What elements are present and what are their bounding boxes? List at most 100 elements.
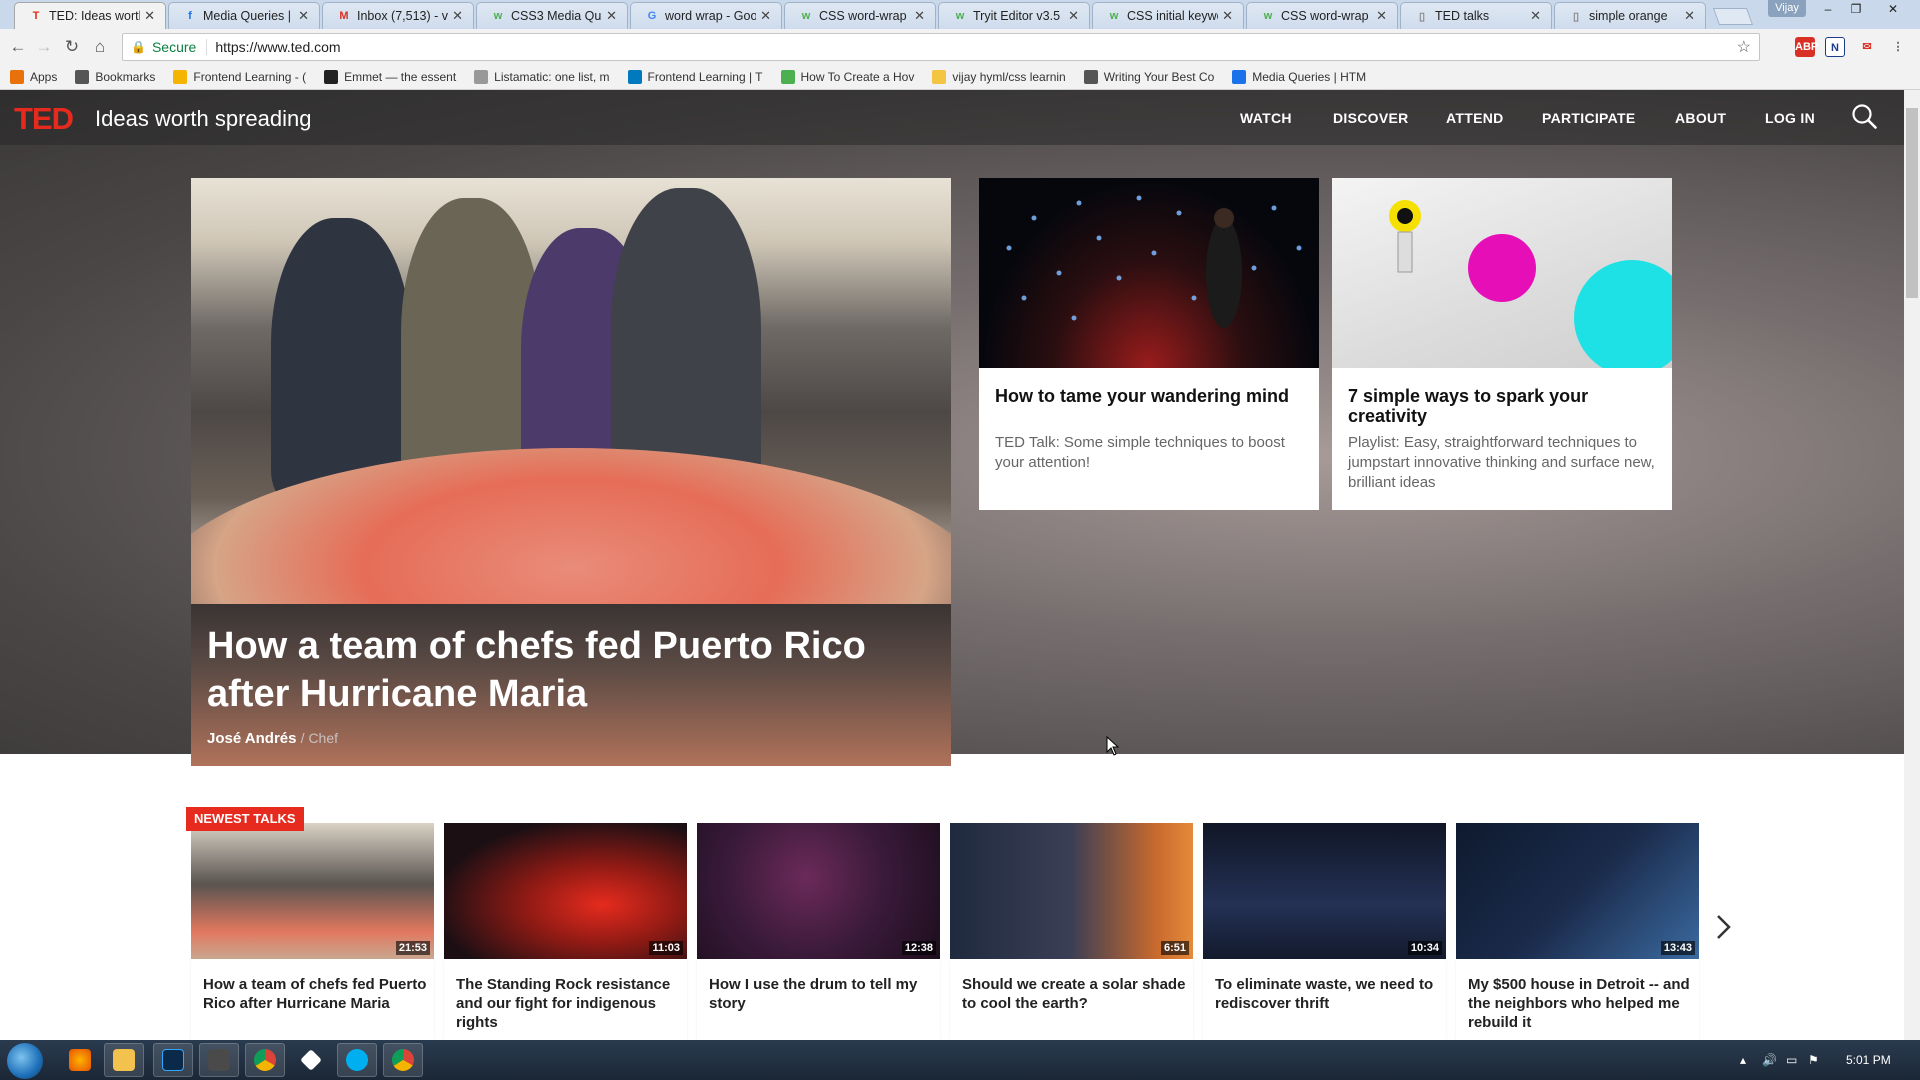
scrollbar-thumb[interactable] <box>1906 108 1918 298</box>
bookmark-item[interactable]: Listamatic: one list, m <box>474 70 610 84</box>
promo-card-creativity[interactable]: 7 simple ways to spark your creativity P… <box>1332 178 1672 510</box>
talk-title[interactable]: Should we create a solar shade to cool t… <box>962 975 1187 1013</box>
nav-log-in[interactable]: LOG IN <box>1765 110 1815 126</box>
flag-icon[interactable]: ⚑ <box>1808 1040 1819 1080</box>
bookmark-item[interactable]: How To Create a Hov <box>780 70 914 84</box>
talk-card[interactable]: 13:43 My $500 house in Detroit -- and the… <box>1456 823 1699 1040</box>
talk-thumbnail[interactable]: 12:38 <box>697 823 940 959</box>
talk-title[interactable]: How a team of chefs fed Puerto Rico afte… <box>203 975 428 1013</box>
nav-attend[interactable]: ATTEND <box>1446 110 1504 126</box>
bookmark-star-icon[interactable]: ☆ <box>1737 37 1751 57</box>
forward-icon[interactable]: → <box>34 37 54 57</box>
browser-tab[interactable]: ▯ TED talks ✕ <box>1400 2 1552 29</box>
talk-card[interactable]: 12:38 How I use the drum to tell my story <box>697 823 940 1040</box>
featured-talk-title[interactable]: How a team of chefs fed Puerto Rico afte… <box>207 622 937 718</box>
talk-title[interactable]: The Standing Rock resistance and our fig… <box>456 975 681 1032</box>
nav-participate[interactable]: PARTICIPATE <box>1542 110 1636 126</box>
bookmark-item[interactable]: vijay hyml/css learnin <box>932 70 1066 84</box>
chrome-alt-taskbar-icon[interactable] <box>383 1043 423 1077</box>
talk-card[interactable]: 11:03 The Standing Rock resistance and ou… <box>444 823 687 1040</box>
sourcetree-taskbar-icon[interactable] <box>291 1043 331 1077</box>
profile-button[interactable]: Vijay <box>1768 0 1806 17</box>
close-tab-icon[interactable]: ✕ <box>1684 8 1695 24</box>
bookmark-item[interactable]: Apps <box>10 70 57 84</box>
talk-thumbnail[interactable]: 10:34 <box>1203 823 1446 959</box>
url-text[interactable]: https://www.ted.com <box>215 39 340 55</box>
explorer-taskbar-icon[interactable] <box>104 1043 144 1077</box>
close-tab-icon[interactable]: ✕ <box>1068 8 1079 24</box>
firefox-taskbar-icon[interactable] <box>60 1043 100 1077</box>
minimize-icon[interactable]: – <box>1814 0 1842 18</box>
bookmark-item[interactable]: Frontend Learning - ( <box>173 70 306 84</box>
bookmark-item[interactable]: Emmet — the essent <box>324 70 456 84</box>
featured-talk[interactable]: How a team of chefs fed Puerto Rico afte… <box>191 178 951 766</box>
adblock-extension-icon[interactable]: ABP <box>1795 37 1818 57</box>
start-button[interactable] <box>7 1043 43 1079</box>
browser-tab[interactable]: w CSS word-wrap p ✕ <box>1246 2 1398 29</box>
talk-title[interactable]: To eliminate waste, we need to rediscove… <box>1215 975 1440 1013</box>
browser-tab[interactable]: f Media Queries | H ✕ <box>168 2 320 29</box>
carousel-next-icon[interactable] <box>1712 912 1734 942</box>
nav-about[interactable]: ABOUT <box>1675 110 1726 126</box>
n-extension-icon[interactable]: N <box>1825 37 1845 57</box>
speaker-name[interactable]: José Andrés <box>207 730 296 747</box>
close-tab-icon[interactable]: ✕ <box>1530 8 1541 24</box>
talk-thumbnail[interactable]: 21:53 <box>191 823 434 959</box>
bookmark-item[interactable]: Frontend Learning | T <box>627 70 763 84</box>
bookmark-item[interactable]: Bookmarks <box>75 70 155 84</box>
search-icon[interactable] <box>1851 103 1877 129</box>
card-title[interactable]: How to tame your wandering mind <box>995 386 1305 406</box>
tray-arrow-icon[interactable]: ▴ <box>1740 1040 1746 1080</box>
browser-tab[interactable]: w CSS word-wrap p ✕ <box>784 2 936 29</box>
sublime-taskbar-icon[interactable] <box>199 1043 239 1077</box>
browser-tab[interactable]: M Inbox (7,513) - vi ✕ <box>322 2 474 29</box>
browser-tab[interactable]: T TED: Ideas worth ✕ <box>14 2 166 29</box>
talk-card[interactable]: 6:51 Should we create a solar shade to co… <box>950 823 1193 1040</box>
w3schools-icon: f <box>188 10 192 22</box>
close-tab-icon[interactable]: ✕ <box>606 8 617 24</box>
close-window-icon[interactable]: ✕ <box>1876 0 1910 18</box>
nav-discover[interactable]: DISCOVER <box>1333 110 1409 126</box>
close-tab-icon[interactable]: ✕ <box>760 8 771 24</box>
talk-card[interactable]: 10:34 To eliminate waste, we need to redi… <box>1203 823 1446 1040</box>
talk-title[interactable]: How I use the drum to tell my story <box>709 975 934 1013</box>
browser-tab[interactable]: w Tryit Editor v3.5 ✕ <box>938 2 1090 29</box>
close-tab-icon[interactable]: ✕ <box>298 8 309 24</box>
browser-tab-title: CSS initial keywo <box>1127 9 1219 23</box>
browser-tab[interactable]: ▯ simple orange ✕ <box>1554 2 1706 29</box>
skype-taskbar-icon[interactable] <box>337 1043 377 1077</box>
close-tab-icon[interactable]: ✕ <box>1222 8 1233 24</box>
windows-taskbar: ▴ 🔊 ▭ ⚑ 5:01 PM <box>0 1040 1920 1080</box>
talk-thumbnail[interactable]: 13:43 <box>1456 823 1699 959</box>
browser-tab[interactable]: w CSS3 Media Quer ✕ <box>476 2 628 29</box>
volume-icon[interactable]: 🔊 <box>1762 1040 1777 1080</box>
reload-icon[interactable]: ↻ <box>62 37 82 57</box>
close-tab-icon[interactable]: ✕ <box>144 8 155 24</box>
new-tab-button[interactable] <box>1712 8 1754 25</box>
bookmark-item[interactable]: Writing Your Best Co <box>1083 70 1214 84</box>
mail-extension-icon[interactable]: ✉ <box>1857 37 1877 57</box>
ted-logo[interactable]: TED <box>14 101 74 137</box>
talk-card[interactable]: 21:53 How a team of chefs fed Puerto Rico… <box>191 823 434 1040</box>
nav-watch[interactable]: WATCH <box>1240 110 1292 126</box>
address-bar[interactable]: 🔒 Secure https://www.ted.com ☆ <box>122 33 1760 61</box>
bookmark-item[interactable]: Media Queries | HTM <box>1232 70 1366 84</box>
network-icon[interactable]: ▭ <box>1786 1040 1797 1080</box>
browser-tab[interactable]: w CSS initial keywo ✕ <box>1092 2 1244 29</box>
close-tab-icon[interactable]: ✕ <box>1376 8 1387 24</box>
talk-thumbnail[interactable]: 11:03 <box>444 823 687 959</box>
promo-card-wandering-mind[interactable]: How to tame your wandering mind TED Talk… <box>979 178 1319 510</box>
back-icon[interactable]: ← <box>8 37 28 57</box>
talk-thumbnail[interactable]: 6:51 <box>950 823 1193 959</box>
photoshop-taskbar-icon[interactable] <box>153 1043 193 1077</box>
talk-title[interactable]: My $500 house in Detroit -- and the neig… <box>1468 975 1693 1032</box>
clock[interactable]: 5:01 PM <box>1846 1040 1891 1080</box>
browser-tab[interactable]: Gword wrap - Goo ✕ <box>630 2 782 29</box>
home-icon[interactable]: ⌂ <box>90 37 110 57</box>
maximize-icon[interactable]: ❐ <box>1842 0 1870 18</box>
chrome-taskbar-icon[interactable] <box>245 1043 285 1077</box>
card-title[interactable]: 7 simple ways to spark your creativity <box>1348 386 1658 426</box>
menu-icon[interactable]: ⋮ <box>1888 37 1908 57</box>
close-tab-icon[interactable]: ✕ <box>452 8 463 24</box>
close-tab-icon[interactable]: ✕ <box>914 8 925 24</box>
